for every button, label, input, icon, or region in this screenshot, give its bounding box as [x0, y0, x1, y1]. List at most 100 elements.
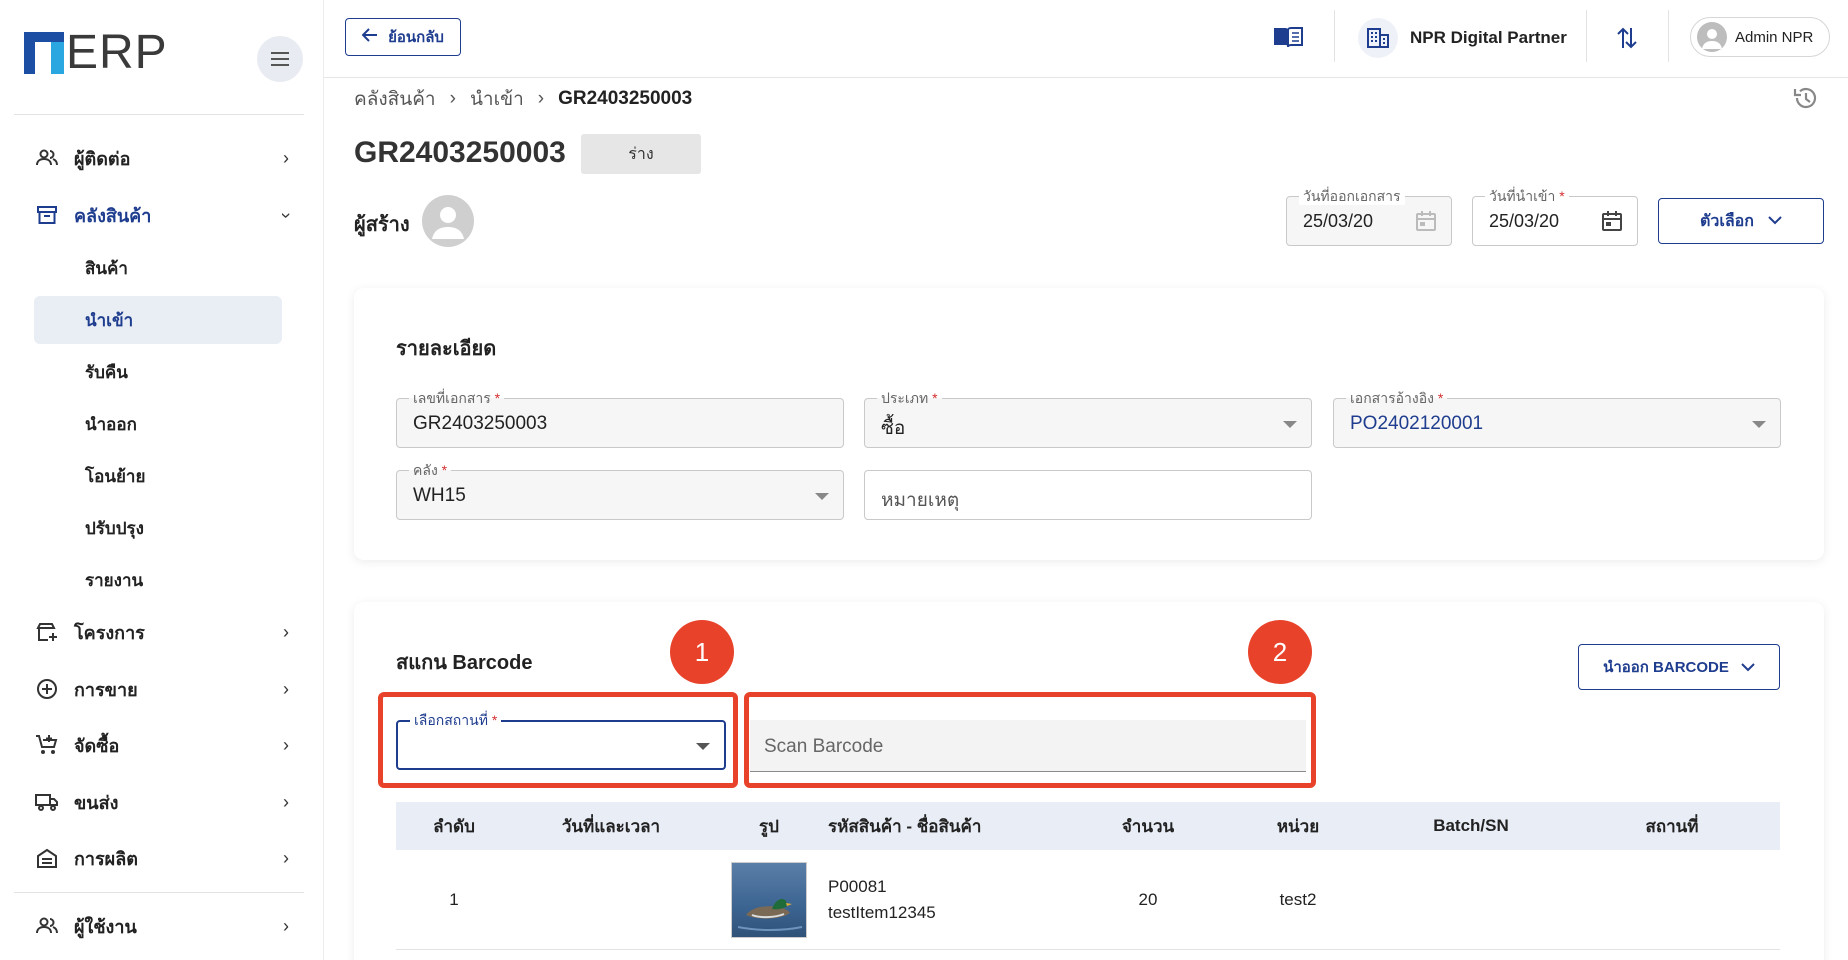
history-icon[interactable] — [1792, 84, 1820, 117]
sidebar-item-warehouse[interactable]: คลังสินค้า › — [34, 195, 297, 235]
col-header[interactable]: สถานที่ — [1564, 813, 1780, 840]
sidebar-item-contacts[interactable]: ผู้ติดต่อ › — [34, 138, 296, 178]
col-header[interactable]: รูป — [710, 813, 828, 840]
users-icon — [34, 913, 60, 939]
details-title: รายละเอียด — [396, 338, 497, 360]
sidebar-divider — [14, 892, 304, 893]
table-row[interactable]: 1 P00081 testItem12345 20 test2 — [396, 850, 1780, 950]
calendar-icon[interactable] — [1601, 210, 1623, 237]
col-header[interactable]: ลำดับ — [396, 813, 512, 840]
sidebar-item-project[interactable]: โครงการ › — [34, 612, 296, 652]
doc-number-field[interactable]: เลขที่เอกสาร * GR2403250003 — [396, 389, 844, 448]
user-menu[interactable]: Admin NPR — [1690, 17, 1830, 57]
logo-mark — [24, 32, 64, 74]
app-root: ERP ผู้ติดต่อ › คลังสินค้า › สินค้า นำเข… — [0, 0, 1848, 960]
step-badge-1: 1 — [670, 620, 734, 684]
back-button-label: ย้อนกลับ — [388, 29, 444, 46]
project-icon — [34, 619, 60, 645]
reference-doc-select[interactable]: เอกสารอ้างอิง * PO2402120001 — [1333, 389, 1781, 448]
product-name: testItem12345 — [828, 902, 936, 922]
sidebar-item-label: คลังสินค้า — [74, 205, 152, 226]
barcode-input[interactable]: Scan Barcode — [750, 720, 1306, 772]
product-thumbnail[interactable] — [731, 861, 807, 938]
manual-book-icon[interactable] — [1272, 25, 1304, 54]
sidebar-subitem-return[interactable]: รับคืน — [34, 348, 282, 396]
hamburger-menu-icon[interactable] — [257, 36, 303, 82]
back-button[interactable]: ย้อนกลับ — [345, 18, 461, 56]
sidebar-subitem-report[interactable]: รายงาน — [34, 556, 282, 604]
page-title: GR2403250003 — [354, 136, 566, 169]
sales-icon — [34, 676, 60, 702]
chevron-right-icon: › — [283, 734, 289, 755]
sidebar-item-label: จัดซื้อ — [74, 735, 120, 756]
sidebar-item-users[interactable]: ผู้ใช้งาน › — [34, 906, 296, 946]
export-barcode-button[interactable]: นำออก BARCODE — [1578, 644, 1780, 690]
remark-placeholder: หมายเหตุ — [881, 490, 960, 511]
chevron-right-icon: › — [283, 621, 289, 642]
building-icon — [1358, 18, 1398, 58]
remark-input[interactable]: หมายเหตุ — [864, 470, 1312, 520]
doc-number-label: เลขที่เอกสาร * — [409, 389, 505, 407]
sidebar-item-purchase[interactable]: จัดซื้อ › — [34, 725, 296, 765]
warehouse-select[interactable]: คลัง * WH15 — [396, 461, 844, 520]
user-name: Admin NPR — [1735, 28, 1814, 46]
options-button[interactable]: ตัวเลือก — [1658, 198, 1824, 244]
location-label: เลือกสถานที่ * — [410, 711, 502, 729]
chevron-down-icon — [1741, 659, 1755, 676]
sidebar-subitem-export[interactable]: นำออก — [34, 400, 282, 448]
arrow-left-icon — [361, 28, 378, 46]
contacts-icon — [34, 145, 60, 171]
warehouse-icon — [34, 202, 60, 228]
warehouse-label: คลัง * — [409, 461, 452, 479]
breadcrumb-warehouse[interactable]: คลังสินค้า — [354, 84, 436, 114]
logo-text: ERP — [66, 26, 168, 79]
factory-icon — [34, 845, 60, 871]
chevron-right-icon: › — [283, 147, 289, 168]
sidebar-item-label: ขนส่ง — [74, 792, 119, 813]
import-date-field[interactable]: วันที่นำเข้า * 25/03/20 — [1472, 187, 1638, 246]
breadcrumb-import[interactable]: นำเข้า — [470, 84, 524, 114]
sidebar-item-sales[interactable]: การขาย › — [34, 669, 296, 709]
cell-qty: 20 — [1138, 889, 1158, 909]
col-header[interactable]: วันที่และเวลา — [512, 813, 710, 840]
type-select[interactable]: ประเภท * ซื้อ — [864, 389, 1312, 448]
sidebar-item-label: โครงการ — [74, 622, 145, 643]
sidebar-item-shipping[interactable]: ขนส่ง › — [34, 782, 296, 822]
avatar — [1697, 22, 1727, 52]
dropdown-arrow-icon — [815, 493, 829, 500]
product-code: P00081 — [828, 876, 887, 896]
cell-unit: test2 — [1279, 889, 1317, 909]
sidebar-subitem-transfer[interactable]: โอนย้าย — [34, 452, 282, 500]
chevron-right-icon: › — [283, 791, 289, 812]
calendar-icon[interactable] — [1415, 210, 1437, 237]
breadcrumb-current: GR2403250003 — [558, 88, 693, 109]
reference-doc-value[interactable]: PO2402120001 — [1350, 413, 1483, 435]
topbar-divider — [1334, 10, 1335, 62]
issue-date-field[interactable]: วันที่ออกเอกสาร 25/03/20 — [1286, 187, 1452, 246]
topbar: ย้อนกลับ NPR Digital Partner Admin NPR — [324, 0, 1848, 78]
dropdown-arrow-icon — [696, 743, 710, 750]
cell-product: P00081 testItem12345 — [828, 877, 1078, 923]
sidebar-subitem-products[interactable]: สินค้า — [34, 244, 282, 292]
col-header[interactable]: Batch/SN — [1378, 816, 1564, 836]
sidebar-item-label: ผู้ติดต่อ — [74, 148, 131, 169]
options-label: ตัวเลือก — [1700, 212, 1754, 230]
step-badge-2: 2 — [1248, 620, 1312, 684]
location-select[interactable]: เลือกสถานที่ * — [396, 711, 726, 770]
sidebar-subitem-import[interactable]: นำเข้า — [34, 296, 282, 344]
dropdown-arrow-icon — [1283, 421, 1297, 428]
col-header[interactable]: จำนวน — [1078, 813, 1218, 840]
sidebar-item-production[interactable]: การผลิต › — [34, 838, 296, 878]
chevron-right-icon: › — [283, 915, 289, 936]
import-date-value: 25/03/20 — [1489, 211, 1560, 231]
avatar — [422, 195, 474, 247]
col-header[interactable]: รหัสสินค้า - ชื่อสินค้า — [828, 813, 1078, 840]
table-header: ลำดับ วันที่และเวลา รูป รหัสสินค้า - ชื่… — [396, 802, 1780, 850]
chevron-right-icon: › — [537, 88, 545, 109]
cell-image — [710, 861, 828, 938]
sidebar-subitem-adjust[interactable]: ปรับปรุง — [34, 504, 282, 552]
cart-icon — [34, 732, 60, 758]
company-switcher[interactable]: NPR Digital Partner — [1358, 14, 1567, 62]
sort-arrows-icon[interactable] — [1616, 26, 1638, 55]
col-header[interactable]: หน่วย — [1218, 813, 1378, 840]
